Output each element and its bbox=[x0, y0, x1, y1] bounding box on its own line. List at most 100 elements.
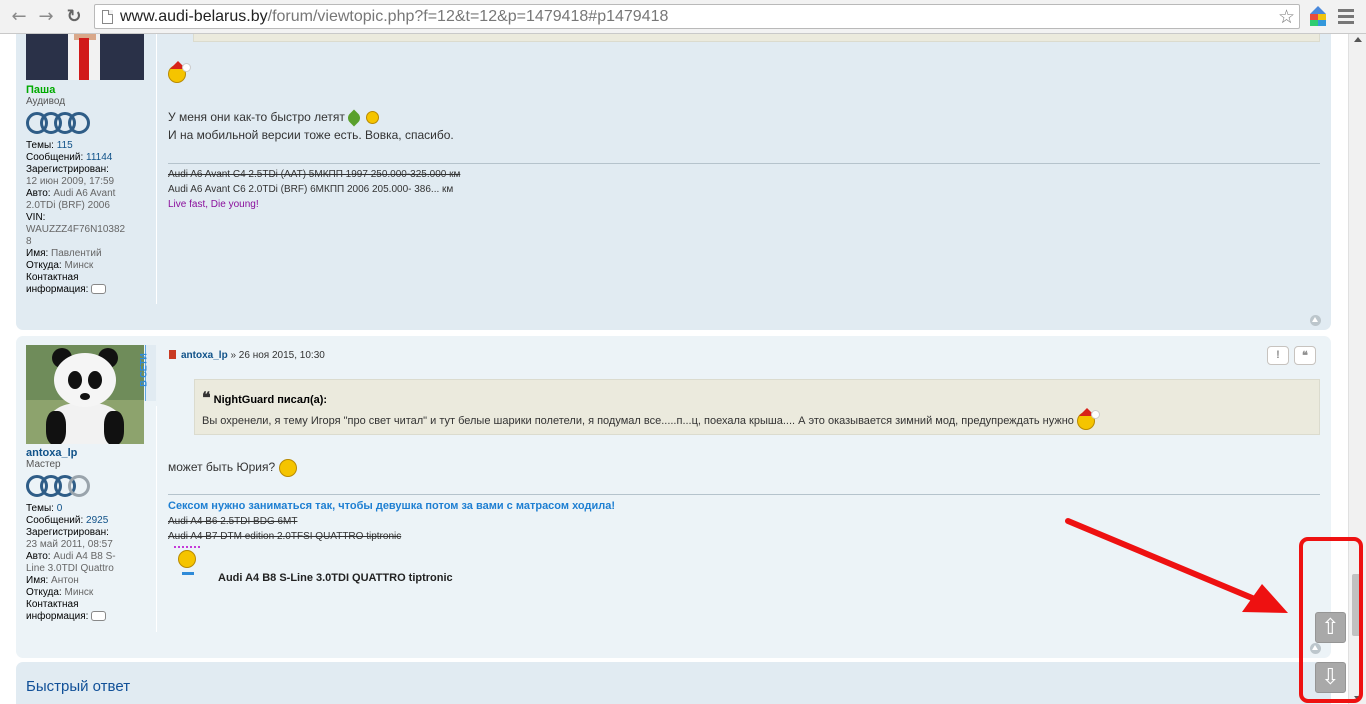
profile-antoxa: antoxa_lp Мастер Темы: 0 Сообщений: 2925… bbox=[26, 447, 166, 623]
post1-signature: Audi A6 Avant C4 2.5TDi (AAT) 5МКПП 1997… bbox=[168, 167, 460, 212]
quote-button[interactable]: ❝ bbox=[1294, 346, 1316, 365]
sig-strike-2: Audi A4 B7 DTM edition 2.0TFSI QUATTRO t… bbox=[168, 531, 402, 542]
vin-value-1: WAUZZZ4F76N10382 bbox=[26, 224, 126, 235]
car-label: Авто: bbox=[26, 188, 51, 199]
leaf-smiley-icon bbox=[348, 111, 366, 125]
car-value-1: Audi A6 Avant bbox=[53, 188, 116, 199]
contact-chat-icon[interactable] bbox=[91, 611, 107, 622]
name-label: Имя: bbox=[26, 248, 49, 259]
sig-line-2: Audi A6 Avant C6 2.0TDi (BRF) 6МКПП 2006… bbox=[168, 184, 454, 195]
post2-signature: Audi A4 B6 2.5TDI BDG 6MT Audi A4 B7 DTM… bbox=[168, 514, 401, 544]
quick-reply-title[interactable]: Быстрый ответ bbox=[26, 678, 130, 695]
contact-label-1: Контактная bbox=[26, 272, 79, 283]
from-value: Минск bbox=[64, 260, 94, 271]
signature-divider bbox=[168, 163, 1320, 164]
from-value: Минск bbox=[64, 587, 94, 598]
messages-value[interactable]: 2925 bbox=[86, 515, 108, 526]
smiley-icon bbox=[366, 111, 380, 125]
quick-reply-panel: Быстрый ответ bbox=[16, 662, 1331, 704]
post-author-link[interactable]: antoxa_lp bbox=[181, 350, 228, 361]
post1-text: У меня они как-то быстро летят И на моби… bbox=[168, 108, 454, 144]
post-link-icon[interactable] bbox=[169, 350, 176, 359]
topics-label: Темы: bbox=[26, 140, 54, 151]
from-label: Откуда: bbox=[26, 260, 62, 271]
sig-quote-text: Сексом нужно заниматься так, чтобы девуш… bbox=[168, 500, 615, 512]
vin-value-2: 8 bbox=[26, 236, 32, 247]
scroll-arrow-up-icon[interactable] bbox=[1354, 37, 1362, 42]
sig-current-car: Audi A4 B8 S-Line 3.0TDI QUATTRO tiptron… bbox=[218, 572, 453, 584]
name-value: Антон bbox=[51, 575, 79, 586]
forward-icon[interactable]: → bbox=[35, 6, 57, 28]
santa-smiley-icon bbox=[168, 60, 191, 83]
car-value-2: 2.0TDi (BRF) 2006 bbox=[26, 200, 110, 211]
quote-block: ❝ NightGuard писал(а): Вы охренели, я те… bbox=[194, 379, 1320, 435]
topics-value[interactable]: 0 bbox=[57, 503, 63, 514]
avatar-pasha[interactable] bbox=[26, 34, 144, 80]
quote-text-row: Вы охренели, я тему Игоря "про свет чита… bbox=[202, 408, 1100, 430]
messages-label: Сообщений: bbox=[26, 152, 84, 163]
dancing-smiley-icon bbox=[174, 546, 200, 576]
grin-smiley-icon bbox=[278, 458, 297, 477]
page-icon bbox=[102, 10, 113, 24]
username-antoxa[interactable]: antoxa_lp bbox=[26, 447, 166, 459]
quote-text: Вы охренели, я тему Игоря "про свет чита… bbox=[202, 414, 1074, 427]
vin-label: VIN: bbox=[26, 212, 46, 223]
sig-line-1: Audi A6 Avant C4 2.5TDi (AAT) 5МКПП 1997… bbox=[168, 169, 461, 180]
quote-mark-icon: ❝ bbox=[202, 388, 211, 407]
post-header: antoxa_lp » 26 ноя 2015, 10:30 bbox=[169, 350, 325, 361]
santa-smiley-icon bbox=[1076, 408, 1100, 430]
rank-rings-icon bbox=[26, 112, 166, 134]
quote-cite: ❝ NightGuard писал(а): bbox=[202, 388, 327, 407]
topics-value[interactable]: 115 bbox=[57, 140, 73, 151]
sig-line-3: Live fast, Die young! bbox=[168, 199, 259, 210]
topics-label: Темы: bbox=[26, 503, 54, 514]
report-button[interactable]: ! bbox=[1267, 346, 1289, 365]
contact-label-2: информация: bbox=[26, 284, 89, 295]
extension-home-icon[interactable] bbox=[1308, 6, 1328, 28]
name-label: Имя: bbox=[26, 575, 49, 586]
car-value-1: Audi A4 B8 S- bbox=[53, 551, 116, 562]
post-date: » 26 ноя 2015, 10:30 bbox=[227, 350, 325, 361]
name-value: Павлентий bbox=[51, 248, 102, 259]
contact-chat-icon[interactable] bbox=[91, 284, 107, 295]
rank-title: Мастер bbox=[26, 459, 61, 470]
sig-strike-1: Audi A4 B6 2.5TDI BDG 6MT bbox=[168, 516, 298, 527]
quote-author: NightGuard писал(а): bbox=[213, 394, 328, 406]
annotation-highlight-box bbox=[1299, 537, 1363, 703]
address-bar[interactable]: www.audi-belarus.by/forum/viewtopic.php?… bbox=[94, 4, 1300, 29]
profile-divider bbox=[156, 34, 157, 304]
online-label: В СЕТИ bbox=[138, 353, 149, 387]
quote-remnant bbox=[193, 34, 1320, 42]
rank-rings-icon bbox=[26, 475, 166, 497]
url-path: /forum/viewtopic.php?f=12&t=12&p=1479418… bbox=[267, 8, 669, 25]
url-text[interactable]: www.audi-belarus.by/forum/viewtopic.php?… bbox=[120, 8, 668, 26]
messages-value[interactable]: 11144 bbox=[86, 152, 112, 163]
back-icon[interactable]: ← bbox=[8, 6, 30, 28]
url-host: www.audi-belarus.by bbox=[120, 8, 268, 25]
online-badge: В СЕТИ bbox=[139, 345, 156, 401]
rank-title: Аудивод bbox=[26, 96, 66, 107]
post1-body bbox=[168, 60, 191, 83]
signature-divider bbox=[168, 494, 1320, 495]
page-viewport: Паша Аудивод Темы: 115 Сообщений: 11144 … bbox=[0, 34, 1348, 704]
profile-divider bbox=[156, 406, 157, 632]
from-label: Откуда: bbox=[26, 587, 62, 598]
post2-text: может быть Юрия? bbox=[168, 458, 297, 477]
contact-label-1: Контактная bbox=[26, 599, 79, 610]
profile-pasha: Паша Аудивод Темы: 115 Сообщений: 11144 … bbox=[26, 84, 166, 296]
car-value-2: Line 3.0TDI Quattro bbox=[26, 563, 114, 574]
post1-text-line-1: У меня они как-то быстро летят bbox=[168, 110, 345, 124]
avatar-antoxa[interactable] bbox=[26, 345, 144, 444]
contact-label-2: информация: bbox=[26, 611, 89, 622]
menu-icon[interactable] bbox=[1338, 9, 1354, 27]
messages-label: Сообщений: bbox=[26, 515, 84, 526]
browser-toolbar: ← → ↻ www.audi-belarus.by/forum/viewtopi… bbox=[0, 0, 1366, 34]
registered-label: Зарегистрирован: bbox=[26, 164, 109, 175]
car-label: Авто: bbox=[26, 551, 51, 562]
registered-value: 23 май 2011, 08:57 bbox=[26, 539, 113, 550]
username-pasha[interactable]: Паша bbox=[26, 84, 166, 96]
bookmark-star-icon[interactable]: ☆ bbox=[1278, 6, 1295, 28]
post1-text-line-2: И на мобильной версии тоже есть. Вовка, … bbox=[168, 128, 454, 142]
reload-icon[interactable]: ↻ bbox=[63, 6, 85, 28]
back-to-top-icon[interactable] bbox=[1310, 315, 1321, 326]
